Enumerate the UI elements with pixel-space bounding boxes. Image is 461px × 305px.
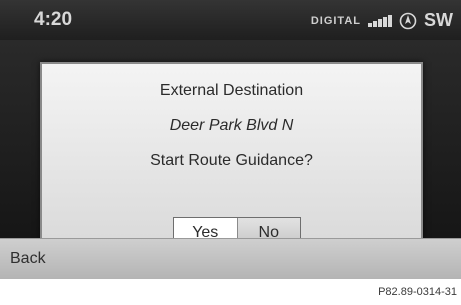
- back-bar[interactable]: Back: [0, 238, 461, 279]
- status-indicators: DIGITAL SW: [311, 10, 453, 31]
- dialog-question: Start Route Guidance?: [150, 152, 313, 169]
- clock-time: 4:20: [34, 9, 73, 30]
- back-button[interactable]: Back: [10, 250, 46, 268]
- compass-heading: SW: [424, 10, 453, 30]
- caption-strip: P82.89-0314-31: [0, 279, 461, 305]
- external-destination-dialog: External Destination Deer Park Blvd N St…: [40, 62, 423, 253]
- radio-mode-label: DIGITAL: [310, 14, 361, 27]
- content-area: External Destination Deer Park Blvd N St…: [0, 40, 461, 253]
- compass-icon: [399, 12, 417, 29]
- status-bar: 4:20 DIGITAL SW: [0, 0, 461, 40]
- dialog-title: External Destination: [159, 82, 304, 99]
- head-unit-screen: 4:20 DIGITAL SW External Destination Dee…: [0, 0, 461, 305]
- image-reference-code: P82.89-0314-31: [378, 286, 457, 298]
- signal-strength-icon: [368, 14, 392, 27]
- destination-name: Deer Park Blvd N: [169, 117, 294, 134]
